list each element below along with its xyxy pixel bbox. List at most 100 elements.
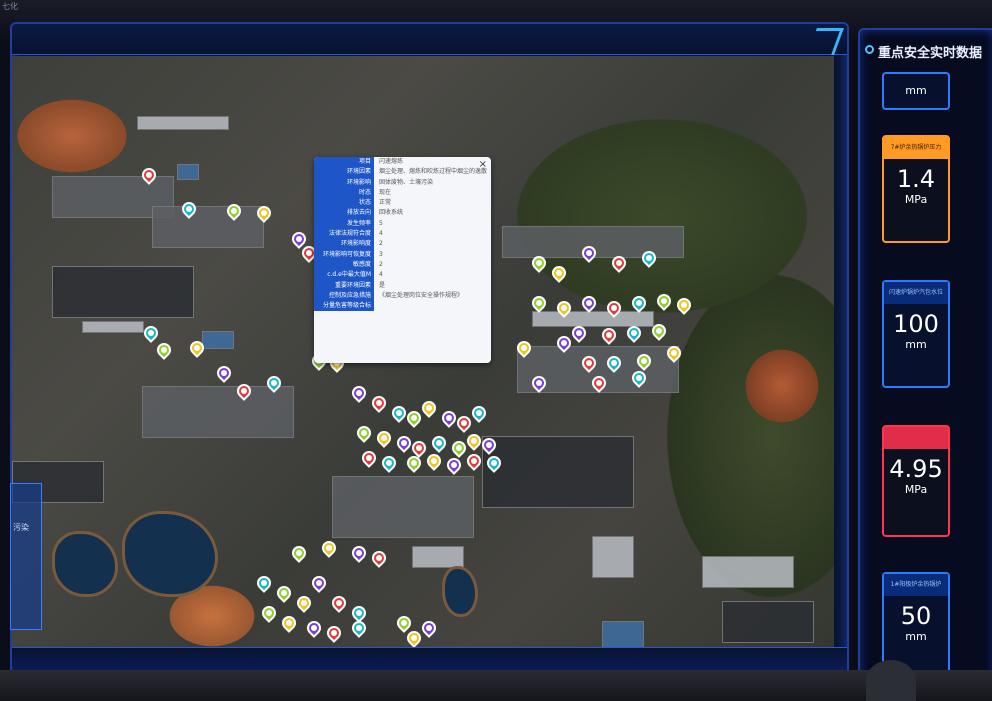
building — [412, 546, 464, 568]
map-marker-icon[interactable] — [224, 201, 244, 222]
map-marker-icon[interactable] — [309, 573, 329, 594]
map-marker-icon[interactable] — [394, 433, 414, 454]
building — [332, 476, 474, 538]
map-marker-icon[interactable] — [187, 338, 207, 359]
popup-key: 敏感度 — [314, 259, 374, 271]
map-marker-icon[interactable] — [464, 431, 484, 452]
map-marker-icon[interactable] — [404, 453, 424, 474]
map-marker-icon[interactable] — [179, 199, 199, 220]
map-marker-icon[interactable] — [454, 413, 474, 434]
popup-row: 排放去向 回收系统 — [314, 208, 491, 219]
popup-row: 重要环境因素是 — [314, 280, 491, 291]
map-marker-icon[interactable] — [429, 433, 449, 454]
map-marker-icon[interactable] — [359, 448, 379, 469]
map-marker-icon[interactable] — [354, 423, 374, 444]
map-marker-icon[interactable] — [469, 403, 489, 424]
popup-key: 项目 — [314, 157, 374, 168]
map-marker-icon[interactable] — [349, 543, 369, 564]
left-side-panel[interactable]: 污染 — [10, 483, 42, 630]
map-marker-icon[interactable] — [439, 408, 459, 429]
map-marker-icon[interactable] — [264, 373, 284, 394]
metric-card[interactable]: 7#炉余热锅炉压力 1.4 MPa — [882, 135, 950, 243]
map-marker-icon[interactable] — [154, 340, 174, 361]
popup-value: 《烟尘处理岗位安全操作规程》 — [379, 291, 464, 299]
map-marker-icon[interactable] — [304, 618, 324, 639]
map-marker-icon[interactable] — [289, 543, 309, 564]
building — [702, 556, 794, 588]
map-marker-icon[interactable] — [379, 453, 399, 474]
map-marker-icon[interactable] — [484, 453, 504, 474]
map-marker-icon[interactable] — [369, 548, 389, 569]
map-marker-icon[interactable] — [529, 293, 549, 314]
pond — [122, 511, 218, 597]
close-icon[interactable]: × — [479, 159, 487, 170]
map-marker-icon[interactable] — [639, 248, 659, 269]
map-marker-icon[interactable] — [589, 373, 609, 394]
map-marker-icon[interactable] — [629, 293, 649, 314]
metric-label: 闪速炉锅炉汽包水位 — [884, 282, 948, 304]
map-marker-icon[interactable] — [604, 353, 624, 374]
map-marker-icon[interactable] — [579, 293, 599, 314]
map-marker-icon[interactable] — [674, 295, 694, 316]
map-marker-icon[interactable] — [604, 298, 624, 319]
popup-key: 环境影响可恢复度 — [314, 249, 374, 260]
map-marker-icon[interactable] — [419, 618, 439, 639]
metric-unit: mm — [905, 338, 927, 351]
metric-card[interactable]: 闪速炉锅炉汽包水位 100 mm — [882, 280, 950, 388]
map-marker-icon[interactable] — [444, 455, 464, 476]
map-marker-icon[interactable] — [259, 603, 279, 624]
popup-value: 3 — [379, 250, 383, 258]
building — [137, 116, 229, 130]
popup-row: 分量危害等级合标 — [314, 301, 491, 312]
map-marker-icon[interactable] — [404, 408, 424, 429]
corner-deco-icon — [807, 28, 844, 55]
map-marker-icon[interactable] — [449, 438, 469, 459]
map-marker-icon[interactable] — [479, 435, 499, 456]
map-marker-icon[interactable] — [234, 381, 254, 402]
map-marker-icon[interactable] — [579, 243, 599, 264]
map-marker-icon[interactable] — [609, 253, 629, 274]
map-marker-icon[interactable] — [624, 323, 644, 344]
map-marker-icon[interactable] — [324, 623, 344, 644]
map-marker-icon[interactable] — [424, 451, 444, 472]
map-marker-icon[interactable] — [514, 338, 534, 359]
map-marker-icon[interactable] — [554, 298, 574, 319]
map-marker-icon[interactable] — [329, 593, 349, 614]
map-marker-icon[interactable] — [254, 573, 274, 594]
person-silhouette — [866, 660, 916, 701]
map-marker-icon[interactable] — [349, 618, 369, 639]
map-marker-icon[interactable] — [554, 333, 574, 354]
map-marker-icon[interactable] — [279, 613, 299, 634]
map-marker-icon[interactable] — [634, 351, 654, 372]
map-marker-icon[interactable] — [254, 203, 274, 224]
metric-value: 4.95 — [889, 455, 943, 483]
map-marker-icon[interactable] — [374, 428, 394, 449]
map-marker-icon[interactable] — [214, 363, 234, 384]
map-marker-icon[interactable] — [664, 343, 684, 364]
map-marker-icon[interactable] — [569, 323, 589, 344]
map-marker-icon[interactable] — [549, 263, 569, 284]
map-marker-icon[interactable] — [141, 323, 161, 344]
map-marker-icon[interactable] — [369, 393, 389, 414]
metric-label: 1#阳极炉余热锅炉 — [884, 574, 948, 596]
popup-key: 重要环境因素 — [314, 280, 374, 291]
metric-card[interactable]: mm — [882, 72, 950, 110]
popup-value: 闪速熔炼 — [379, 158, 404, 165]
map-marker-icon[interactable] — [654, 291, 674, 312]
map-marker-icon[interactable] — [349, 383, 369, 404]
map-marker-icon[interactable] — [319, 538, 339, 559]
map-marker-icon[interactable] — [419, 398, 439, 419]
map-marker-icon[interactable] — [464, 451, 484, 472]
map-marker-icon[interactable] — [389, 403, 409, 424]
metric-card[interactable]: 4.95 MPa — [882, 425, 950, 537]
map-marker-icon[interactable] — [529, 253, 549, 274]
map-marker-icon[interactable] — [579, 353, 599, 374]
map-marker-icon[interactable] — [139, 165, 159, 186]
map-marker-icon[interactable] — [294, 593, 314, 614]
map-marker-icon[interactable] — [649, 321, 669, 342]
map-marker-icon[interactable] — [629, 368, 649, 389]
map-marker-icon[interactable] — [529, 373, 549, 394]
map-marker-icon[interactable] — [274, 583, 294, 604]
popup-row: 法律法规符合度 4 — [314, 229, 491, 240]
map-marker-icon[interactable] — [599, 325, 619, 346]
